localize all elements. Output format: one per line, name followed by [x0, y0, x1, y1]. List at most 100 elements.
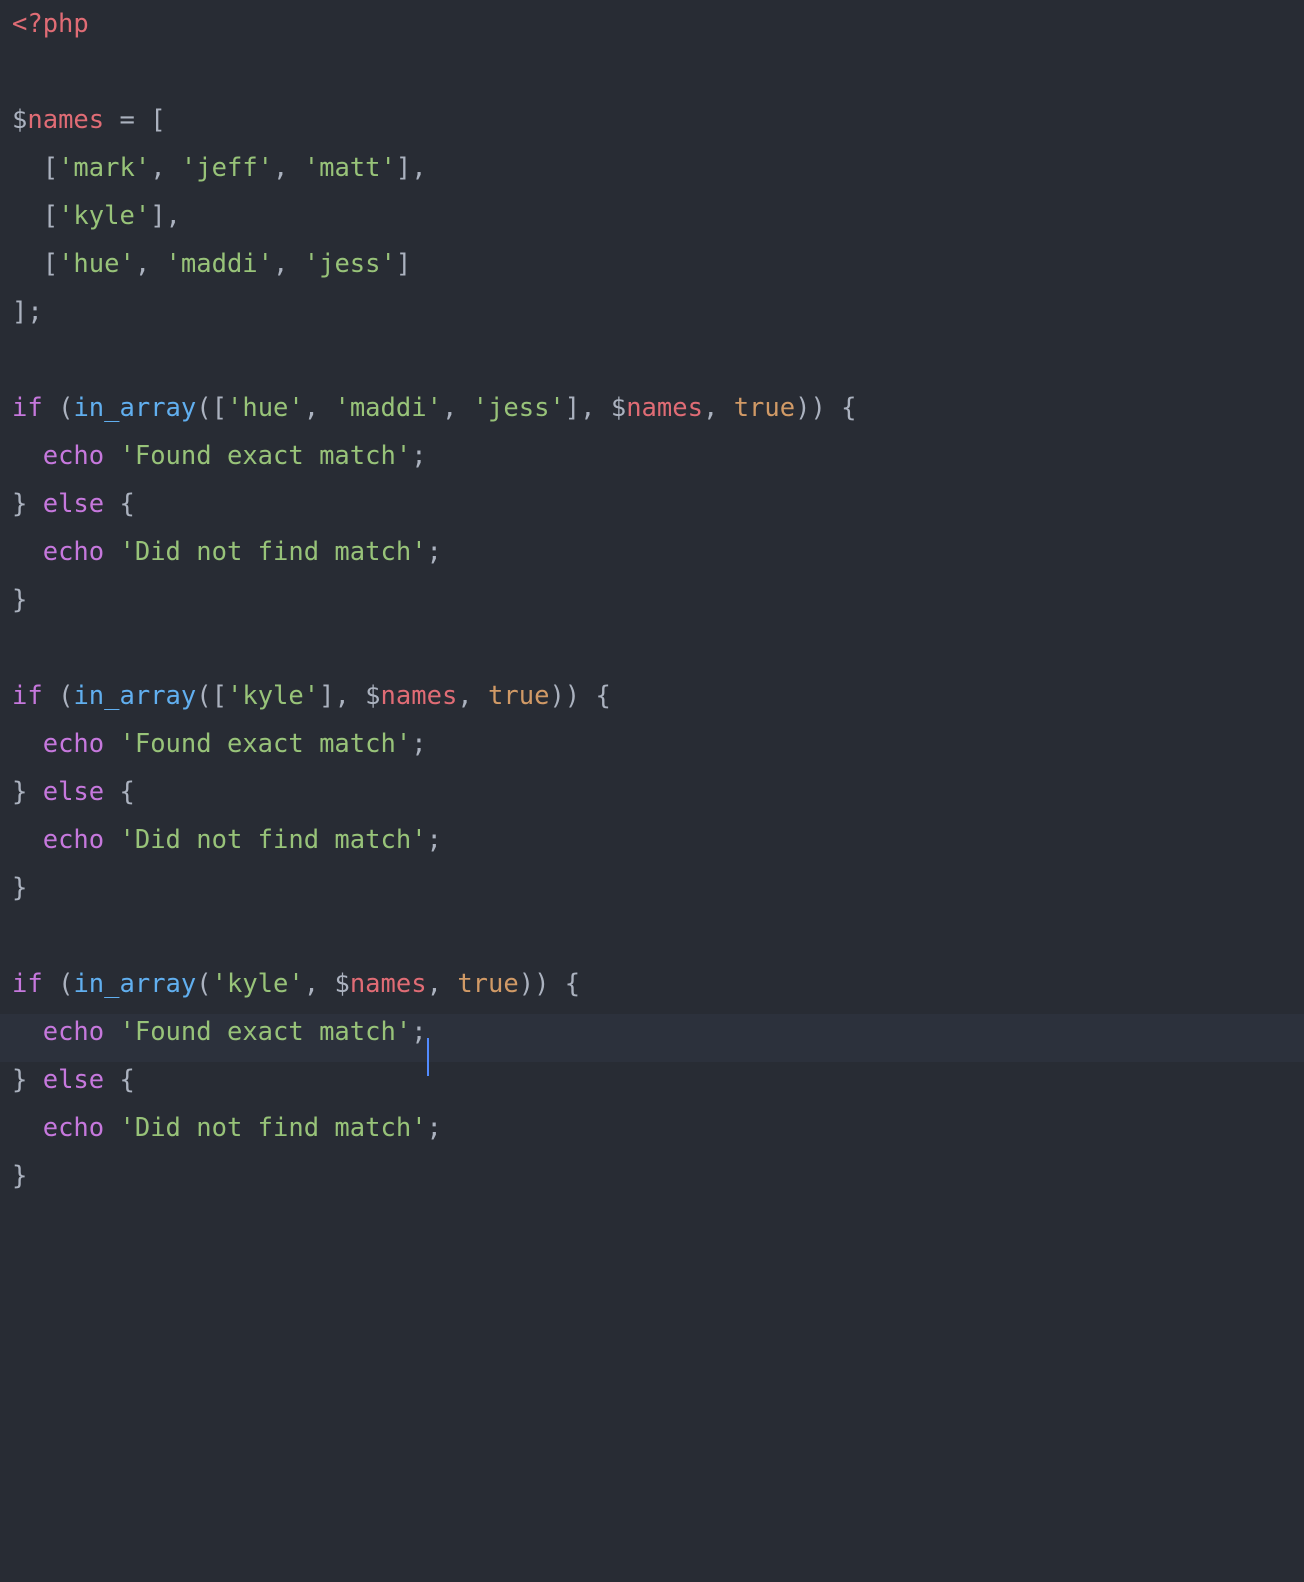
code-token: true: [488, 681, 549, 711]
code-token: $: [365, 681, 380, 711]
code-token: ,: [427, 969, 458, 999]
code-token: 'mark': [58, 153, 150, 183]
code-token: [12, 729, 43, 759]
code-token: ([: [196, 681, 227, 711]
code-token: }: [12, 1065, 43, 1095]
code-token: (: [43, 393, 74, 423]
code-token: [104, 441, 119, 471]
code-line[interactable]: }: [12, 873, 27, 903]
code-token: if: [12, 393, 43, 423]
code-token: [12, 1017, 43, 1047]
code-line[interactable]: } else {: [12, 777, 135, 807]
code-token: 'jeff': [181, 153, 273, 183]
code-line[interactable]: }: [12, 585, 27, 615]
code-token: ;: [427, 1113, 442, 1143]
code-token: $: [334, 969, 349, 999]
code-line[interactable]: echo 'Did not find match';: [12, 825, 442, 855]
code-token: ,: [457, 681, 488, 711]
code-token: in_array: [73, 681, 196, 711]
code-token: 'Found exact match': [120, 441, 412, 471]
code-token: in_array: [73, 969, 196, 999]
code-token: 'hue': [58, 249, 135, 279]
code-token: $: [611, 393, 626, 423]
code-token: 'kyle': [58, 201, 150, 231]
code-token: else: [43, 1065, 104, 1095]
code-token: (: [43, 969, 74, 999]
code-line[interactable]: echo 'Did not find match';: [12, 537, 442, 567]
code-line[interactable]: if (in_array('kyle', $names, true)) {: [12, 969, 580, 999]
code-token: ],: [150, 201, 181, 231]
code-token: ],: [565, 393, 611, 423]
code-token: [104, 105, 119, 135]
code-token: [12, 825, 43, 855]
code-line[interactable]: echo 'Did not find match';: [12, 1113, 442, 1143]
code-token: echo: [43, 1017, 104, 1047]
code-token: echo: [43, 1113, 104, 1143]
code-token: echo: [43, 825, 104, 855]
code-line[interactable]: <?php: [12, 9, 89, 39]
code-token: [: [135, 105, 166, 135]
code-token: }: [12, 489, 43, 519]
code-token: echo: [43, 537, 104, 567]
code-token: names: [27, 105, 104, 135]
code-token: {: [104, 1065, 135, 1095]
code-line[interactable]: if (in_array(['kyle'], $names, true)) {: [12, 681, 611, 711]
code-token: 'Did not find match': [120, 825, 427, 855]
code-token: ,: [304, 969, 335, 999]
code-line[interactable]: echo 'Found exact match';: [12, 1017, 427, 1047]
code-token: ;: [411, 729, 426, 759]
code-line[interactable]: echo 'Found exact match';: [12, 441, 427, 471]
code-token: 'Did not find match': [120, 1113, 427, 1143]
code-line[interactable]: if (in_array(['hue', 'maddi', 'jess'], $…: [12, 393, 857, 423]
code-token: <?php: [12, 9, 89, 39]
code-token: ,: [703, 393, 734, 423]
code-token: 'jess': [473, 393, 565, 423]
code-token: ;: [427, 825, 442, 855]
code-token: [104, 1113, 119, 1143]
code-token: [104, 825, 119, 855]
code-line[interactable]: ];: [12, 297, 43, 327]
code-token: echo: [43, 441, 104, 471]
code-line[interactable]: } else {: [12, 489, 135, 519]
code-token: {: [104, 489, 135, 519]
code-line[interactable]: }: [12, 1161, 27, 1191]
code-token: [104, 1017, 119, 1047]
code-token: ;: [411, 1017, 426, 1047]
code-token: 'maddi': [334, 393, 441, 423]
code-token: ],: [396, 153, 427, 183]
code-line[interactable]: ['mark', 'jeff', 'matt'],: [12, 153, 427, 183]
code-line[interactable]: ['kyle'],: [12, 201, 181, 231]
code-token: }: [12, 873, 27, 903]
code-token: ,: [150, 153, 181, 183]
code-token: =: [119, 105, 134, 135]
code-token: ,: [273, 153, 304, 183]
code-token: $: [12, 105, 27, 135]
code-token: names: [381, 681, 458, 711]
code-token: if: [12, 681, 43, 711]
code-line[interactable]: } else {: [12, 1065, 135, 1095]
code-token: ([: [196, 393, 227, 423]
code-line[interactable]: $names = [: [12, 105, 166, 135]
code-token: [12, 537, 43, 567]
code-token: 'maddi': [166, 249, 273, 279]
code-token: in_array: [73, 393, 196, 423]
code-token: {: [104, 777, 135, 807]
code-token: names: [350, 969, 427, 999]
code-token: ],: [319, 681, 365, 711]
code-editor[interactable]: <?php $names = [ ['mark', 'jeff', 'matt'…: [0, 0, 1304, 1200]
code-token: )) {: [795, 393, 856, 423]
code-token: )) {: [519, 969, 580, 999]
code-token: ,: [273, 249, 304, 279]
code-token: echo: [43, 729, 104, 759]
code-token: [104, 729, 119, 759]
code-token: 'Found exact match': [120, 729, 412, 759]
code-token: ,: [135, 249, 166, 279]
code-token: }: [12, 585, 27, 615]
code-token: )) {: [549, 681, 610, 711]
code-token: [12, 1113, 43, 1143]
code-token: (: [196, 969, 211, 999]
code-token: }: [12, 777, 43, 807]
code-token: (: [43, 681, 74, 711]
code-line[interactable]: echo 'Found exact match';: [12, 729, 427, 759]
code-line[interactable]: ['hue', 'maddi', 'jess']: [12, 249, 411, 279]
